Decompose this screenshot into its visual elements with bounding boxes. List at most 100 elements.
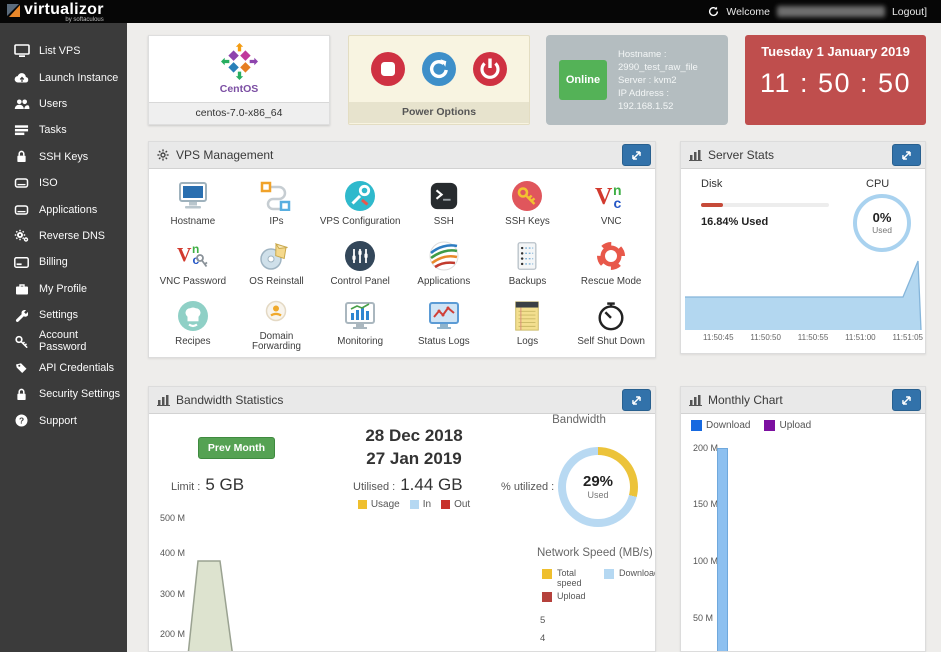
os-template-caption: centos-7.0-x86_64 bbox=[149, 102, 329, 124]
vps-action-label: Domain Forwarding bbox=[235, 332, 319, 352]
vps-config-icon bbox=[343, 179, 377, 213]
time-text: 11 : 50 : 50 bbox=[745, 68, 926, 99]
vps-action-label: SSH bbox=[434, 217, 454, 227]
vps-action-recipes[interactable]: Recipes bbox=[151, 293, 235, 353]
vps-action-label: Monitoring bbox=[337, 337, 383, 347]
sidebar-item-label: Users bbox=[39, 98, 67, 110]
sidebar-item-my-profile[interactable]: My Profile bbox=[0, 276, 127, 302]
svg-text:V: V bbox=[595, 184, 613, 210]
date-text: Tuesday 1 January 2019 bbox=[745, 44, 926, 59]
svg-text:V: V bbox=[177, 244, 192, 266]
x-tick: 11:51:05 bbox=[892, 333, 923, 342]
vps-action-label: Backups bbox=[509, 277, 547, 287]
logout-link[interactable]: Logout] bbox=[892, 6, 927, 18]
legend-label: Download bbox=[706, 420, 750, 431]
sidebar-item-users[interactable]: Users bbox=[0, 91, 127, 117]
welcome-label: Welcome bbox=[726, 6, 770, 18]
sidebar-item-label: Billing bbox=[39, 256, 68, 268]
vps-action-label: VPS Configuration bbox=[320, 217, 401, 227]
vps-action-backups[interactable]: Backups bbox=[486, 233, 570, 293]
power-options-caption: Power Options bbox=[349, 102, 529, 123]
ssh-keys-icon bbox=[510, 179, 544, 213]
ssh-terminal-icon bbox=[428, 179, 460, 213]
expand-button[interactable] bbox=[892, 389, 921, 411]
vps-action-control-panel[interactable]: Control Panel bbox=[318, 233, 402, 293]
tasks-icon bbox=[12, 122, 31, 138]
y-tick: 150 M bbox=[693, 499, 718, 509]
sidebar-item-launch-instance[interactable]: Launch Instance bbox=[0, 64, 127, 90]
restart-button[interactable] bbox=[421, 51, 457, 87]
cloud-upload-icon bbox=[12, 70, 31, 86]
vps-action-vnc-password[interactable]: VncVNC Password bbox=[151, 233, 235, 293]
sidebar-item-label: List VPS bbox=[39, 45, 80, 57]
sidebar-item-label: API Credentials bbox=[39, 362, 114, 374]
centos-logo-icon bbox=[221, 43, 258, 85]
bandwidth-pct-text: 29% bbox=[583, 474, 613, 490]
ip-value: 192.168.1.52 bbox=[618, 100, 698, 113]
vnc-icon: Vnc bbox=[594, 179, 628, 213]
vps-action-rescue-mode[interactable]: Rescue Mode bbox=[569, 233, 653, 293]
question-icon: ? bbox=[12, 413, 31, 429]
sidebar-item-security-settings[interactable]: Security Settings bbox=[0, 381, 127, 407]
expand-button[interactable] bbox=[622, 144, 651, 166]
vps-action-label: VNC Password bbox=[160, 277, 226, 287]
stop-button[interactable] bbox=[370, 51, 406, 87]
applications-sphere-icon bbox=[427, 239, 461, 273]
users-icon bbox=[12, 96, 31, 112]
svg-text:?: ? bbox=[19, 415, 24, 425]
vps-action-label: Control Panel bbox=[330, 277, 389, 287]
cpu-usage-ring: 0% Used bbox=[853, 194, 911, 252]
vps-status-card: Online Hostname : 2990_test_raw_file Ser… bbox=[546, 35, 728, 125]
sidebar-item-iso[interactable]: ISO bbox=[0, 170, 127, 196]
cpu-pct-text: 0% bbox=[873, 211, 892, 225]
monitoring-icon bbox=[343, 299, 377, 333]
disk-usage-bar bbox=[701, 203, 829, 207]
expand-button[interactable] bbox=[622, 389, 651, 411]
sidebar-item-label: Applications bbox=[39, 204, 97, 216]
sidebar-item-settings[interactable]: Settings bbox=[0, 302, 127, 328]
x-tick: 11:50:50 bbox=[750, 333, 781, 342]
sidebar-item-account-password[interactable]: Account Password bbox=[0, 328, 127, 354]
sidebar-item-label: Tasks bbox=[39, 124, 67, 136]
sidebar-item-billing[interactable]: Billing bbox=[0, 249, 127, 275]
power-options-card: Power Options bbox=[348, 35, 530, 125]
vps-action-status-logs[interactable]: Status Logs bbox=[402, 293, 486, 353]
bandwidth-donut-title: Bandwidth bbox=[499, 414, 656, 426]
vps-action-ips[interactable]: IPs bbox=[235, 173, 319, 233]
topbar: virtualizor by softaculous Welcome Logou… bbox=[0, 0, 941, 23]
disk-used-text: 16.84% Used bbox=[701, 216, 768, 228]
svg-text:c: c bbox=[614, 195, 622, 211]
sidebar-item-applications[interactable]: Applications bbox=[0, 196, 127, 222]
legend-item-upload: Upload bbox=[764, 420, 811, 431]
vps-action-ssh[interactable]: SSH bbox=[402, 173, 486, 233]
vps-action-applications[interactable]: Applications bbox=[402, 233, 486, 293]
domain-forwarding-icon bbox=[259, 294, 293, 328]
app-logo[interactable]: virtualizor by softaculous bbox=[0, 0, 104, 23]
sidebar-item-ssh-keys[interactable]: SSH Keys bbox=[0, 144, 127, 170]
sidebar-item-list-vps[interactable]: List VPS bbox=[0, 38, 127, 64]
legend-swatch bbox=[604, 569, 614, 579]
sidebar-item-support[interactable]: ?Support bbox=[0, 407, 127, 433]
sidebar-item-tasks[interactable]: Tasks bbox=[0, 117, 127, 143]
server-value: Server : kvm2 bbox=[618, 74, 698, 87]
vps-action-hostname[interactable]: Hostname bbox=[151, 173, 235, 233]
sidebar-item-label: My Profile bbox=[39, 283, 87, 295]
legend-label: Upload bbox=[779, 420, 811, 431]
legend-label: Upload bbox=[557, 592, 586, 602]
vps-action-vps-configuration[interactable]: VPS Configuration bbox=[318, 173, 402, 233]
poweroff-button[interactable] bbox=[472, 51, 508, 87]
sidebar-item-api-credentials[interactable]: API Credentials bbox=[0, 355, 127, 381]
vps-action-monitoring[interactable]: Monitoring bbox=[318, 293, 402, 353]
expand-button[interactable] bbox=[892, 144, 921, 166]
vps-action-domain-forwarding[interactable]: Domain Forwarding bbox=[235, 293, 319, 353]
y-tick: 50 M bbox=[693, 613, 713, 623]
vps-action-os-reinstall[interactable]: OS Reinstall bbox=[235, 233, 319, 293]
vps-action-logs[interactable]: Logs bbox=[486, 293, 570, 353]
legend-item-download: Download bbox=[691, 420, 750, 431]
vps-action-self-shut-down[interactable]: Self Shut Down bbox=[569, 293, 653, 353]
sidebar-item-reverse-dns[interactable]: Reverse DNS bbox=[0, 223, 127, 249]
refresh-icon[interactable] bbox=[708, 6, 719, 17]
vps-action-vnc[interactable]: VncVNC bbox=[569, 173, 653, 233]
monthly-chart-panel: Monthly Chart DownloadUpload 200 M150 M1… bbox=[680, 386, 926, 652]
vps-action-ssh-keys[interactable]: SSH Keys bbox=[486, 173, 570, 233]
